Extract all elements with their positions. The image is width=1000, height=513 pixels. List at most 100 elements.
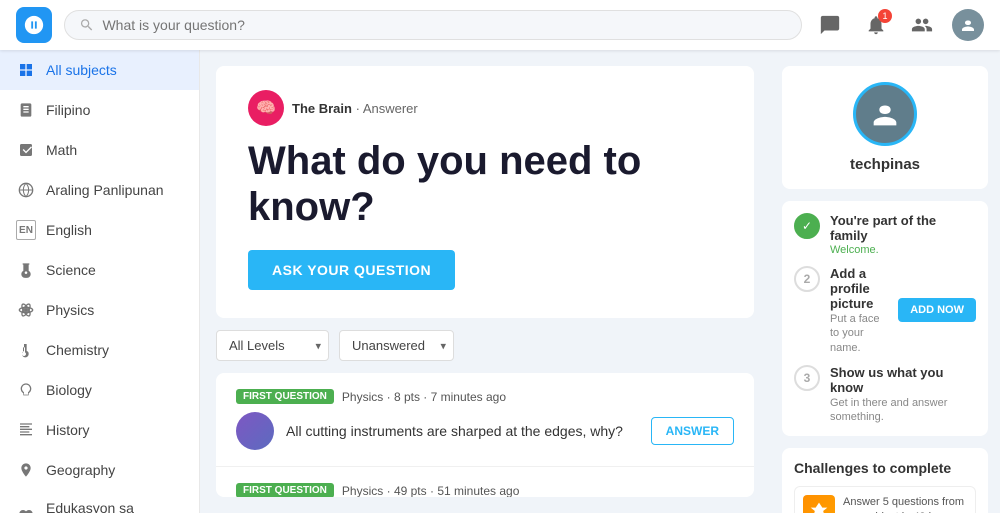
user-avatar-button[interactable] [952, 9, 984, 41]
logo[interactable] [16, 7, 52, 43]
hero-title-line1: What do you need to [248, 139, 641, 183]
question-avatar [236, 412, 274, 450]
sidebar-item-label: Math [46, 142, 77, 158]
challenges-title: Challenges to complete [794, 460, 976, 476]
check-title-2: Add a profile picture [830, 266, 888, 311]
history-icon [16, 420, 36, 440]
question-meta: First question Physics · 8 pts · 7 minut… [236, 389, 734, 404]
users-button[interactable] [906, 9, 938, 41]
sidebar-item-label: History [46, 422, 90, 438]
math-icon [16, 140, 36, 160]
check-body-1: You're part of the family Welcome. [830, 213, 976, 256]
all-subjects-icon [16, 60, 36, 80]
sidebar-item-label: Biology [46, 382, 92, 398]
questions-container: First question Physics · 8 pts · 7 minut… [216, 373, 754, 497]
english-icon: EN [16, 220, 36, 240]
status-filter[interactable]: Unanswered Answered [339, 330, 454, 361]
notification-badge: 1 [878, 9, 892, 23]
notification-button[interactable]: 1 [860, 9, 892, 41]
challenge-body-1: Answer 5 questions from any subject in 4… [843, 495, 967, 513]
sidebar-item-all-subjects[interactable]: All subjects [0, 50, 199, 90]
sidebar-item-label: English [46, 222, 92, 238]
challenge-icon-gold [803, 495, 835, 513]
sidebar-item-filipino[interactable]: Filipino [0, 90, 199, 130]
sidebar-item-biology[interactable]: Biology [0, 370, 199, 410]
check-item-1: ✓ You're part of the family Welcome. [794, 213, 976, 256]
sidebar-item-label: All subjects [46, 62, 117, 78]
header: 1 [0, 0, 1000, 50]
sidebar-item-label: Filipino [46, 102, 90, 118]
search-input[interactable] [102, 17, 787, 33]
physics-icon [16, 300, 36, 320]
question-text: All cutting instruments are sharped at t… [286, 423, 639, 439]
question-meta-2: First question Physics · 49 pts · 51 min… [236, 483, 734, 497]
first-question-badge: First question [236, 389, 334, 404]
challenges-card: Challenges to complete Answer 5 question… [782, 448, 988, 513]
sidebar-item-label: Physics [46, 302, 94, 318]
filipino-icon [16, 100, 36, 120]
sidebar-item-geography[interactable]: Geography [0, 450, 199, 490]
user-card: techpinas [782, 66, 988, 189]
sidebar-item-araling[interactable]: Araling Panlipunan [0, 170, 199, 210]
check-title-1: You're part of the family [830, 213, 976, 243]
question-card: First question Physics · 8 pts · 7 minut… [216, 373, 754, 467]
sidebar-item-physics[interactable]: Physics [0, 290, 199, 330]
biology-icon [16, 380, 36, 400]
search-icon [79, 17, 94, 33]
challenge-item-1: Answer 5 questions from any subject in 4… [794, 486, 976, 513]
level-filter-wrapper: All Levels Elementary High School Colleg… [216, 330, 329, 361]
user-avatar [853, 82, 917, 146]
sidebar-item-label: Science [46, 262, 96, 278]
sidebar-item-chemistry[interactable]: Chemistry [0, 330, 199, 370]
check-subtitle-1: Welcome. [830, 244, 976, 256]
check-body-3: Show us what you know Get in there and a… [830, 365, 976, 425]
check-circle-2: 2 [794, 266, 820, 292]
main-layout: All subjects Filipino Math Araling Panli… [0, 50, 1000, 513]
sidebar-item-english[interactable]: EN English [0, 210, 199, 250]
check-title-3: Show us what you know [830, 365, 976, 395]
challenge-list: Answer 5 questions from any subject in 4… [794, 486, 976, 513]
level-filter[interactable]: All Levels Elementary High School Colleg… [216, 330, 329, 361]
sidebar-item-label: Edukasyon sa Pagpapakatao [46, 500, 183, 513]
sidebar-item-math[interactable]: Math [0, 130, 199, 170]
geography-icon [16, 460, 36, 480]
answer-button[interactable]: ANSWER [651, 417, 734, 445]
hero-card: 🧠 The Brain · Answerer What do you need … [216, 66, 754, 318]
edukasyon-icon [16, 506, 36, 513]
filter-bar: All Levels Elementary High School Colleg… [216, 330, 754, 361]
sidebar-item-science[interactable]: Science [0, 250, 199, 290]
ask-question-button[interactable]: ASK YOUR QUESTION [248, 250, 455, 290]
author-role: Answerer [363, 101, 418, 116]
check-item-2: 2 Add a profile picture Put a face to yo… [794, 266, 976, 355]
check-circle-3: 3 [794, 365, 820, 391]
sidebar-item-history[interactable]: History [0, 410, 199, 450]
check-desc-3: Get in there and answer something. [830, 396, 976, 425]
hero-title: What do you need to know? [248, 138, 722, 230]
science-icon [16, 260, 36, 280]
challenge-desc-1: Answer 5 questions from any subject in 4… [843, 495, 967, 513]
question-subject: Physics · 8 pts · 7 minutes ago [342, 390, 506, 404]
question-row: All cutting instruments are sharped at t… [236, 412, 734, 450]
sidebar-item-label: Chemistry [46, 342, 109, 358]
right-panel: techpinas ✓ You're part of the family We… [770, 50, 1000, 513]
checklist: ✓ You're part of the family Welcome. 2 A… [782, 201, 988, 436]
author-text: The Brain · Answerer [292, 101, 418, 116]
question-subject-2: Physics · 49 pts · 51 minutes ago [342, 484, 519, 498]
add-now-button[interactable]: ADD NOW [898, 298, 976, 322]
sidebar-item-label: Geography [46, 462, 115, 478]
chemistry-icon [16, 340, 36, 360]
chat-button[interactable] [814, 9, 846, 41]
status-filter-wrapper: Unanswered Answered [339, 330, 454, 361]
sidebar-item-label: Araling Panlipunan [46, 182, 164, 198]
question-card: First question Physics · 49 pts · 51 min… [216, 467, 754, 497]
sidebar-item-edukasyon[interactable]: Edukasyon sa Pagpapakatao [0, 490, 199, 513]
check-desc-2: Put a face to your name. [830, 312, 888, 355]
check-circle-done: ✓ [794, 213, 820, 239]
check-item-3: 3 Show us what you know Get in there and… [794, 365, 976, 425]
brain-icon: 🧠 [248, 90, 284, 126]
hero-author: 🧠 The Brain · Answerer [248, 90, 722, 126]
header-icons: 1 [814, 9, 984, 41]
sidebar: All subjects Filipino Math Araling Panli… [0, 50, 200, 513]
check-body-2: Add a profile picture Put a face to your… [830, 266, 888, 355]
search-bar[interactable] [64, 10, 802, 40]
